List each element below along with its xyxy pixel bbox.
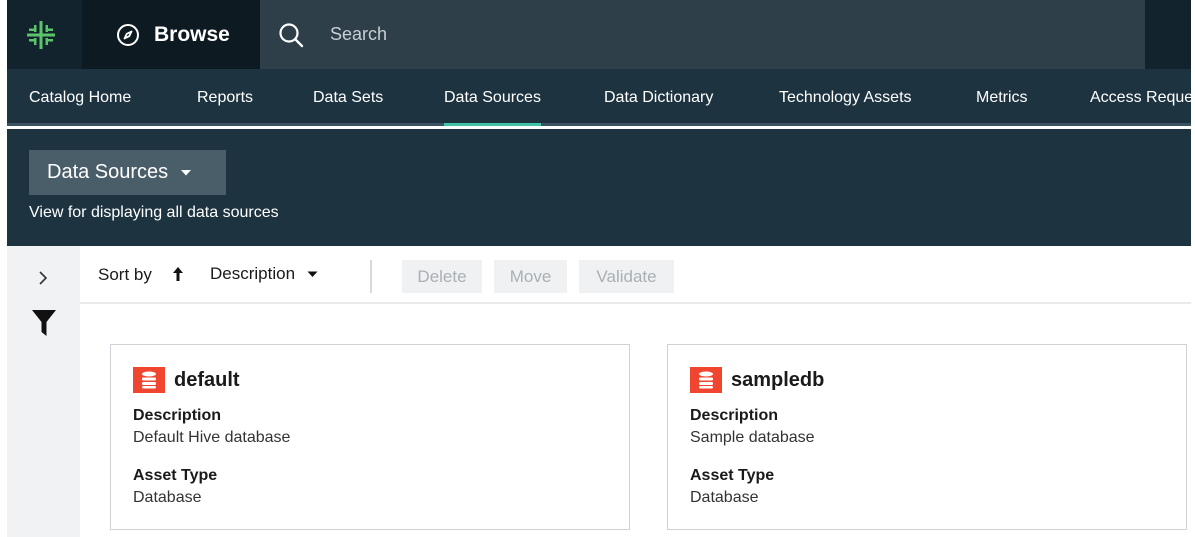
arrow-up-icon[interactable] — [172, 266, 184, 282]
card-name: default — [174, 368, 240, 391]
tab-access-requests[interactable]: Access Reque — [1090, 69, 1191, 126]
toolbar-divider — [370, 260, 372, 293]
validate-button[interactable]: Validate — [579, 260, 674, 293]
tab-data-sources[interactable]: Data Sources — [444, 69, 541, 126]
description-label: Description — [133, 407, 222, 424]
view-selector-label: Data Sources — [47, 161, 169, 183]
asset-type-value: Database — [133, 489, 202, 506]
description-label: Description — [690, 407, 779, 424]
description-value: Default Hive database — [133, 429, 291, 446]
description-value: Sample database — [690, 429, 815, 446]
page-header: Data Sources View for displaying all dat… — [7, 129, 1191, 246]
search-bar — [260, 0, 1145, 69]
view-description: View for displaying all data sources — [29, 204, 279, 221]
chevron-right-icon[interactable] — [33, 268, 53, 288]
filter-icon[interactable] — [30, 308, 58, 338]
sort-field-label: Description — [210, 264, 296, 283]
card-title[interactable]: default — [133, 367, 240, 393]
caret-down-icon — [180, 169, 192, 177]
app-logo[interactable] — [7, 0, 75, 69]
tab-data-dictionary[interactable]: Data Dictionary — [604, 69, 713, 126]
search-input[interactable] — [330, 24, 1030, 45]
asset-type-label: Asset Type — [690, 467, 775, 484]
app-frame: Browse Catalog Home Reports Data Sets Da… — [7, 0, 1191, 537]
tab-catalog-home[interactable]: Catalog Home — [29, 69, 131, 126]
main-nav: Catalog Home Reports Data Sets Data Sour… — [7, 69, 1191, 126]
database-icon — [133, 367, 165, 393]
card-title[interactable]: sampledb — [690, 367, 824, 393]
results-area: default Description Default Hive databas… — [80, 304, 1191, 537]
delete-button[interactable]: Delete — [402, 260, 482, 293]
search-icon[interactable] — [278, 22, 304, 48]
tab-metrics[interactable]: Metrics — [976, 69, 1028, 126]
toolbar: Sort by Description Delete Move Validate — [80, 246, 1191, 304]
tab-reports[interactable]: Reports — [197, 69, 253, 126]
data-source-card[interactable]: default Description Default Hive databas… — [110, 344, 630, 530]
move-button[interactable]: Move — [494, 260, 567, 293]
view-selector[interactable]: Data Sources — [29, 150, 226, 195]
browse-label: Browse — [154, 22, 230, 46]
compass-icon — [116, 23, 140, 47]
data-source-card[interactable]: sampledb Description Sample database Ass… — [667, 344, 1187, 530]
sort-field-dropdown[interactable]: Description — [210, 264, 318, 284]
tab-technology-assets[interactable]: Technology Assets — [779, 69, 912, 126]
sort-by-label: Sort by — [98, 265, 152, 284]
top-bar: Browse — [7, 0, 1191, 69]
tree-logo-icon — [27, 20, 55, 49]
left-rail — [7, 246, 80, 537]
tab-data-sets[interactable]: Data Sets — [313, 69, 383, 126]
browse-button[interactable]: Browse — [82, 0, 260, 69]
database-icon — [690, 367, 722, 393]
asset-type-label: Asset Type — [133, 467, 218, 484]
asset-type-value: Database — [690, 489, 759, 506]
caret-down-icon — [307, 271, 318, 278]
card-name: sampledb — [731, 368, 825, 391]
